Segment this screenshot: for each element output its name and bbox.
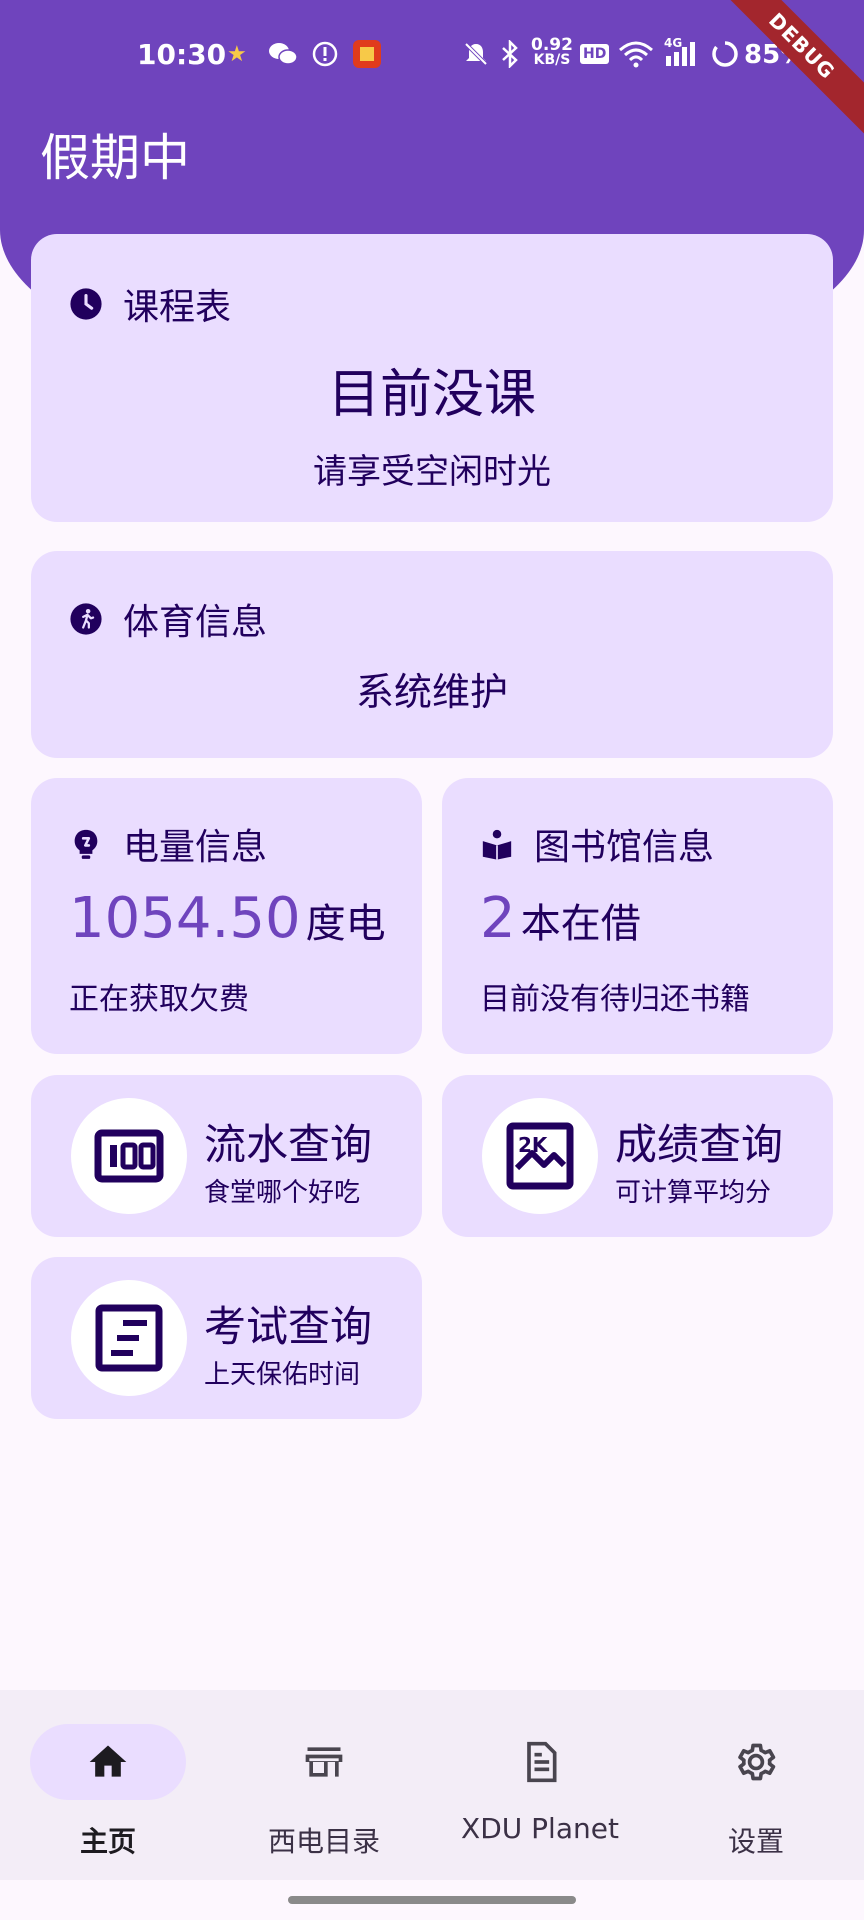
battery-ring-icon (710, 40, 740, 68)
score-icon-circle: 2K (482, 1098, 598, 1214)
bluetooth-icon (500, 40, 520, 68)
status-bar: 10:30 ★ 0.92 KB/S HD 4G 85% (0, 0, 864, 110)
exam-icon (95, 1304, 163, 1372)
transaction-query-title: 流水查询 (204, 1120, 373, 1169)
schedule-card-title: 课程表 (123, 287, 232, 328)
electricity-subtitle: 正在获取欠费 (69, 982, 249, 1017)
exam-query-subtitle: 上天保佑时间 (204, 1360, 361, 1390)
gesture-handle[interactable] (288, 1896, 576, 1904)
exam-query-title: 考试查询 (204, 1302, 373, 1351)
bottom-navigation: 主页 西电目录 XDU Planet 设置 (0, 1690, 864, 1880)
bulb-icon (74, 829, 98, 859)
library-card[interactable]: 图书馆信息 2 本在借 目前没有待归还书籍 (442, 778, 833, 1054)
clock-icon (70, 288, 102, 320)
home-icon (89, 1745, 127, 1777)
transaction-query-subtitle: 食堂哪个好吃 (204, 1178, 361, 1208)
sport-card-title: 体育信息 (123, 602, 268, 643)
library-subtitle: 目前没有待归还书籍 (480, 982, 750, 1017)
settings-icon (738, 1743, 776, 1781)
transaction-query-card[interactable]: 流水查询 食堂哪个好吃 (31, 1075, 422, 1237)
electricity-card-header: 电量信息 (69, 818, 267, 870)
score-query-title: 成绩查询 (615, 1120, 784, 1169)
sport-card[interactable]: 体育信息 系统维护 (31, 551, 833, 758)
electricity-value-row: 1054.50 度电 (69, 886, 386, 951)
library-card-title: 图书馆信息 (534, 827, 715, 868)
nav-label-directory: 西电目录 (267, 1825, 380, 1858)
schedule-card[interactable]: 课程表 目前没课 请享受空闲时光 (31, 234, 833, 522)
schedule-status: 目前没课 (327, 365, 536, 425)
nav-label-home: 主页 (79, 1825, 136, 1858)
nav-label-planet: XDU Planet (461, 1812, 619, 1845)
electricity-card-title: 电量信息 (123, 827, 268, 868)
wifi-icon (618, 40, 654, 68)
electricity-unit: 度电 (305, 901, 386, 947)
library-value: 2 (480, 886, 516, 951)
exam-icon-circle (71, 1280, 187, 1396)
transaction-icon (94, 1129, 164, 1183)
nav-item-directory[interactable]: 西电目录 (216, 1690, 432, 1880)
electricity-card[interactable]: 电量信息 1054.50 度电 正在获取欠费 (31, 778, 422, 1054)
library-unit: 本在借 (520, 901, 641, 947)
hd-badge: HD (580, 40, 610, 68)
score-icon: 2K (506, 1122, 574, 1190)
sport-card-header: 体育信息 (69, 593, 267, 645)
nav-item-home[interactable]: 主页 (0, 1690, 216, 1880)
nav-item-settings[interactable]: 设置 (648, 1690, 864, 1880)
transaction-icon-circle (71, 1098, 187, 1214)
nav-item-planet[interactable]: XDU Planet (432, 1690, 648, 1880)
net-speed: 0.92 KB/S (531, 35, 573, 68)
svg-text:2K: 2K (518, 1133, 549, 1157)
store-icon (305, 1747, 343, 1777)
cell-signal-icon: 4G (664, 36, 700, 68)
library-card-header: 图书馆信息 (480, 818, 714, 870)
library-value-row: 2 本在借 (480, 886, 641, 951)
schedule-card-header: 课程表 (69, 278, 231, 330)
nav-label-settings: 设置 (727, 1825, 784, 1858)
alert-icon (312, 40, 338, 68)
taobao-icon (352, 40, 382, 68)
article-icon (527, 1741, 557, 1783)
score-query-card[interactable]: 2K 成绩查询 可计算平均分 (442, 1075, 833, 1237)
mute-icon (462, 40, 490, 68)
schedule-subtitle: 请享受空闲时光 (313, 452, 551, 492)
page-title: 假期中 (40, 129, 190, 187)
sport-status: 系统维护 (355, 670, 508, 714)
exam-query-card[interactable]: 考试查询 上天保佑时间 (31, 1257, 422, 1419)
wechat-icon (268, 40, 298, 68)
book-icon (482, 829, 512, 860)
star-icon: ★ (227, 41, 247, 67)
running-icon (70, 603, 102, 635)
status-time: 10:30 (137, 38, 227, 71)
score-query-subtitle: 可计算平均分 (615, 1178, 772, 1208)
electricity-value: 1054.50 (69, 886, 301, 951)
